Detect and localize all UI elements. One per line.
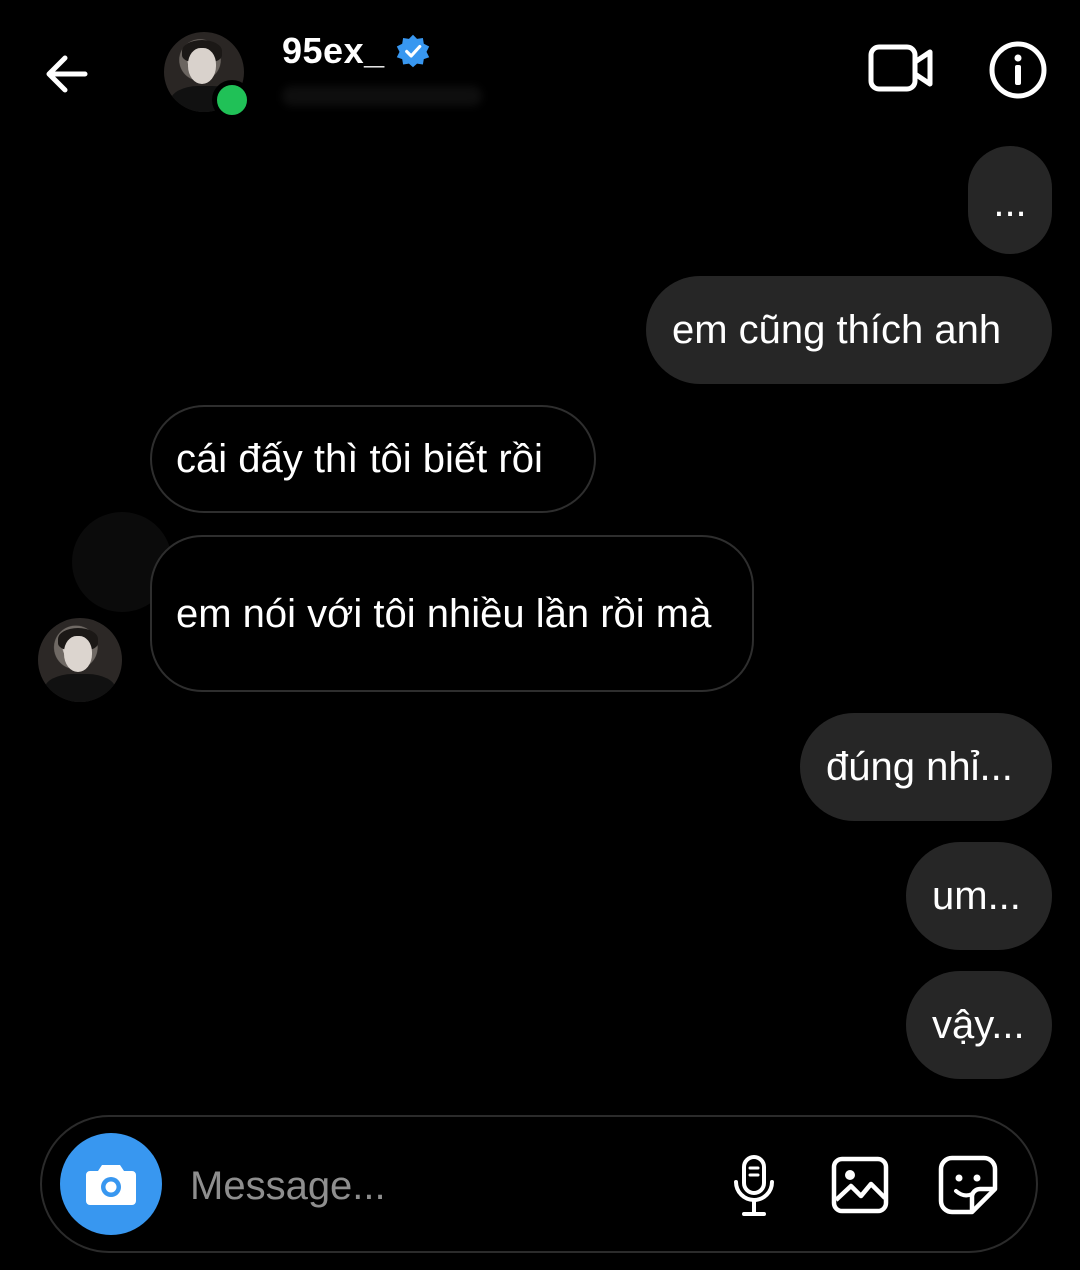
microphone-icon: [734, 1155, 774, 1216]
back-button[interactable]: [38, 46, 94, 102]
message-bubble-outgoing[interactable]: đúng nhỉ...: [800, 713, 1052, 821]
verified-badge-icon: [396, 34, 429, 68]
username[interactable]: 95ex_: [282, 30, 385, 72]
gallery-button[interactable]: [828, 1153, 892, 1217]
camera-icon: [86, 1165, 136, 1205]
message-bubble-incoming[interactable]: cái đấy thì tôi biết rồi: [150, 405, 596, 513]
message-text: em nói với tôi nhiều lần rồi mà: [176, 591, 712, 636]
sender-avatar[interactable]: [38, 618, 122, 702]
sticker-button[interactable]: [934, 1151, 1002, 1219]
message-text: đúng nhỉ...: [826, 745, 1013, 789]
message-bubble-outgoing[interactable]: em cũng thích anh: [646, 276, 1052, 384]
camera-button[interactable]: [60, 1133, 162, 1235]
message-composer: [40, 1115, 1038, 1253]
video-call-button[interactable]: [866, 38, 936, 98]
info-button[interactable]: [986, 38, 1050, 102]
arrow-left-icon: [46, 55, 88, 93]
chat-header: 95ex_: [0, 0, 1080, 140]
voice-message-button[interactable]: [724, 1151, 784, 1221]
message-text: vậy...: [932, 1003, 1025, 1047]
message-bubble-outgoing[interactable]: ...: [968, 146, 1052, 254]
message-text: ...: [993, 181, 1027, 225]
info-icon: [989, 41, 1047, 99]
message-bubble-outgoing[interactable]: vậy...: [906, 971, 1052, 1079]
message-text: cái đấy thì tôi biết rồi: [176, 437, 543, 481]
image-icon: [831, 1156, 889, 1214]
message-bubble-outgoing[interactable]: um...: [906, 842, 1052, 950]
message-text: um...: [932, 874, 1021, 918]
video-camera-icon: [868, 44, 933, 92]
message-input[interactable]: [188, 1147, 712, 1225]
message-text: em cũng thích anh: [672, 308, 1002, 352]
online-status-dot: [212, 80, 252, 120]
sticker-icon: [938, 1155, 998, 1215]
subtitle-blurred: [282, 86, 482, 106]
username-row[interactable]: 95ex_: [282, 30, 431, 72]
message-bubble-incoming[interactable]: em nói với tôi nhiều lần rồi mà: [150, 535, 754, 692]
